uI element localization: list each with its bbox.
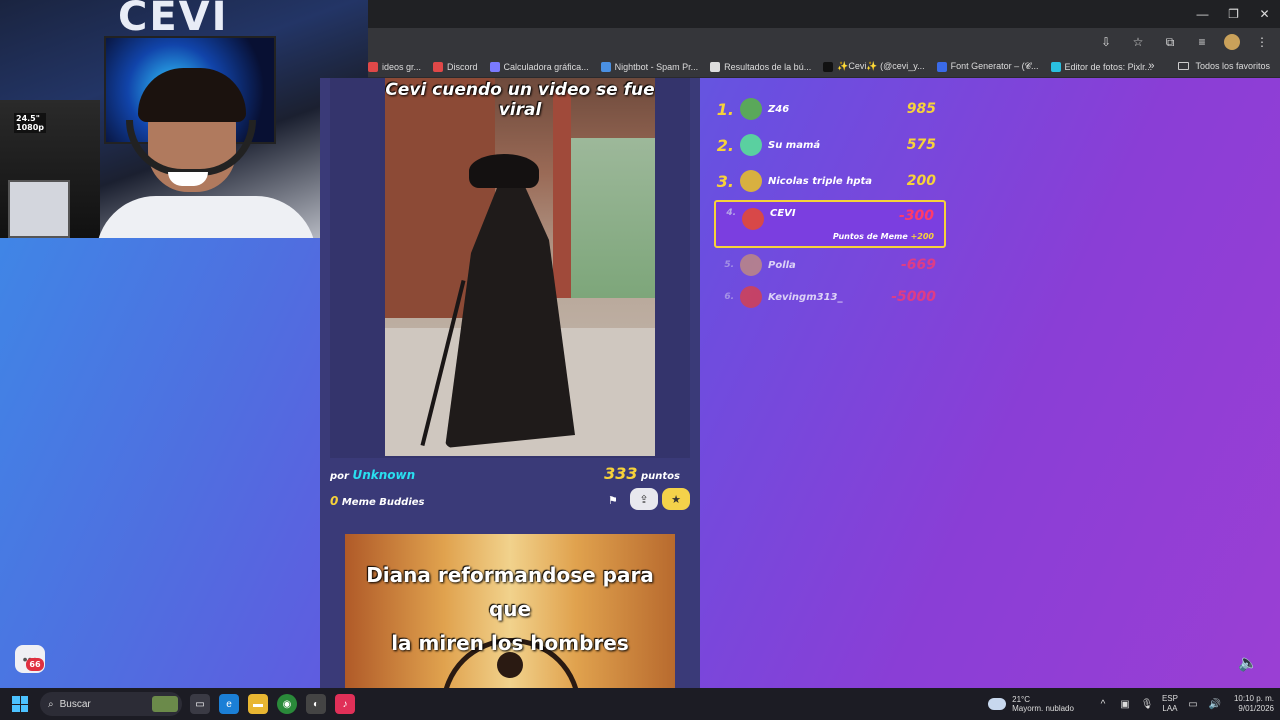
taskbar-search[interactable]: ⌕ Buscar <box>40 692 182 716</box>
share-button[interactable]: ⇪ <box>630 488 658 510</box>
avatar <box>740 286 762 308</box>
search-icon: ⌕ <box>48 698 54 710</box>
meme-buddies: 0 Meme Buddies <box>330 494 425 508</box>
meme-post: Cevi cuendo un video se fue viral <box>330 78 690 458</box>
media-control-icon[interactable]: ≡ <box>1192 32 1212 52</box>
plague-doctor-hat <box>469 154 539 188</box>
bookmark-icon <box>710 61 721 72</box>
meme-caption: Cevi cuendo un video se fue viral <box>385 80 655 120</box>
volume-icon[interactable]: 🔊 <box>1208 699 1222 710</box>
bookmark-icon <box>1050 61 1061 72</box>
meme-video[interactable]: Cevi cuendo un video se fue viral <box>385 78 655 456</box>
meme-feed[interactable]: Cevi cuendo un video se fue viral por Un… <box>320 78 700 688</box>
bookmark-item[interactable]: ✨Cevi✨ (@cevi_y... <box>817 61 930 72</box>
menu-kebab-icon[interactable]: ⋮ <box>1252 32 1272 52</box>
chat-unread-badge: 66 <box>26 658 44 671</box>
network-icon[interactable]: ▣ <box>1118 699 1132 710</box>
leaderboard-row: 2. Su mamá 575 <box>716 134 936 156</box>
bookmarks-overflow-icon[interactable]: » <box>1148 60 1154 72</box>
share-icon: ⇪ <box>639 493 649 506</box>
headphones <box>126 120 256 176</box>
webcam-overlay: CEVI 24.5" 1080p <box>0 0 368 238</box>
maximize-icon[interactable]: ❐ <box>1218 0 1249 28</box>
streamer-shirt <box>96 196 316 238</box>
bookmark-item[interactable]: Resultados de la bú... <box>704 61 817 72</box>
leaderboard-row: 6. Kevingm313_ -5000 <box>714 282 946 312</box>
bookmark-item[interactable]: Nightbot - Spam Pr... <box>595 61 705 72</box>
obs-icon[interactable]: ◐ <box>306 694 326 714</box>
leaderboard-row-current-user: 4. CEVI -300 Puntos de Meme +200 <box>714 200 946 248</box>
profile-avatar[interactable] <box>1224 34 1240 50</box>
bookmark-item[interactable]: ideos gr... <box>362 61 427 72</box>
report-flag-icon[interactable]: ⚑ <box>608 494 618 507</box>
speaker-icon[interactable]: 🔈 <box>1238 653 1258 673</box>
bookmark-star-icon[interactable]: ☆ <box>1128 32 1148 52</box>
pc-case <box>8 180 70 238</box>
avatar <box>740 170 762 192</box>
folder-icon <box>1178 62 1190 70</box>
language-indicator[interactable]: ESP LAA <box>1162 694 1178 714</box>
leaderboard-row: 1. Z46 985 <box>716 98 936 120</box>
author-name[interactable]: Unknown <box>352 468 415 482</box>
leaderboard: 1. Z46 985 2. Su mamá 575 3. Nicolas tri… <box>714 90 946 308</box>
favorite-button[interactable]: ★ <box>662 488 690 510</box>
post-points: 333 puntos <box>604 464 680 483</box>
chrome-icon[interactable]: ◉ <box>277 694 297 714</box>
meme-post-image[interactable]: Diana reformandose para que la miren los… <box>345 534 675 688</box>
pinned-apps: ▭ e ▬ ◉ ◐ ♪ <box>190 694 355 714</box>
avatar <box>740 254 762 276</box>
avatar <box>740 134 762 156</box>
avatar <box>742 208 764 230</box>
bookmark-icon <box>823 61 834 72</box>
taskbar: ⌕ Buscar ▭ e ▬ ◉ ◐ ♪ 21°C Mayorm. nublad… <box>0 688 1280 720</box>
post-meta: por Unknown 0 Meme Buddies 333 puntos ⚑ … <box>330 464 690 514</box>
bookmark-icon <box>936 61 947 72</box>
star-icon: ★ <box>671 493 681 506</box>
task-view-icon[interactable]: ▭ <box>190 694 210 714</box>
window-controls: — ❐ ✕ <box>1187 0 1280 28</box>
bookmark-item[interactable]: Editor de fotos: Pixlr... <box>1045 61 1159 72</box>
minimize-icon[interactable]: — <box>1187 0 1218 28</box>
bookmark-icon <box>600 61 611 72</box>
leaderboard-row: 5. Polla -669 <box>714 250 946 280</box>
microphone-icon[interactable]: 🎙 <box>1140 699 1154 710</box>
bookmark-icon <box>433 61 444 72</box>
monitor-box-label: 24.5" 1080p <box>14 113 46 133</box>
avatar <box>740 98 762 120</box>
author-line: por Unknown <box>330 468 416 482</box>
search-highlight-image <box>152 696 178 712</box>
bookmark-item[interactable]: Font Generator – (𝓒... <box>931 61 1045 72</box>
leaderboard-row: 3. Nicolas triple hpta 200 <box>716 170 936 192</box>
bookmark-icon <box>489 61 500 72</box>
chevron-up-icon[interactable]: ^ <box>1096 699 1110 710</box>
start-button[interactable] <box>0 688 40 720</box>
install-app-icon[interactable]: ⇩ <box>1096 32 1116 52</box>
system-tray: 21°C Mayorm. nublado ^ ▣ 🎙 ESP LAA ▭ 🔊 1… <box>988 688 1274 720</box>
video-grass <box>565 138 655 298</box>
close-icon[interactable]: ✕ <box>1249 0 1280 28</box>
edge-icon[interactable]: e <box>219 694 239 714</box>
clock[interactable]: 10:10 p. m. 9/01/2026 <box>1234 694 1274 714</box>
bookmark-icon <box>368 61 378 72</box>
all-bookmarks-link[interactable]: Todos los favoritos <box>1195 61 1270 71</box>
cloud-icon <box>988 698 1007 710</box>
tiktok-icon[interactable]: ♪ <box>335 694 355 714</box>
bookmark-item[interactable]: Discord <box>427 61 484 72</box>
weather-widget[interactable]: 21°C Mayorm. nublado <box>988 695 1074 713</box>
meme-caption: Diana reformandose para que la miren los… <box>366 563 654 655</box>
file-explorer-icon[interactable]: ▬ <box>248 694 268 714</box>
meme-points-bonus: Puntos de Meme +200 <box>832 232 934 241</box>
webcam-logo: CEVI <box>118 0 229 40</box>
windows-logo-icon <box>12 696 28 712</box>
display-icon[interactable]: ▭ <box>1186 699 1200 710</box>
extensions-icon[interactable]: ⧉ <box>1160 32 1180 52</box>
bookmark-item[interactable]: Calculadora gráfica... <box>484 61 595 72</box>
